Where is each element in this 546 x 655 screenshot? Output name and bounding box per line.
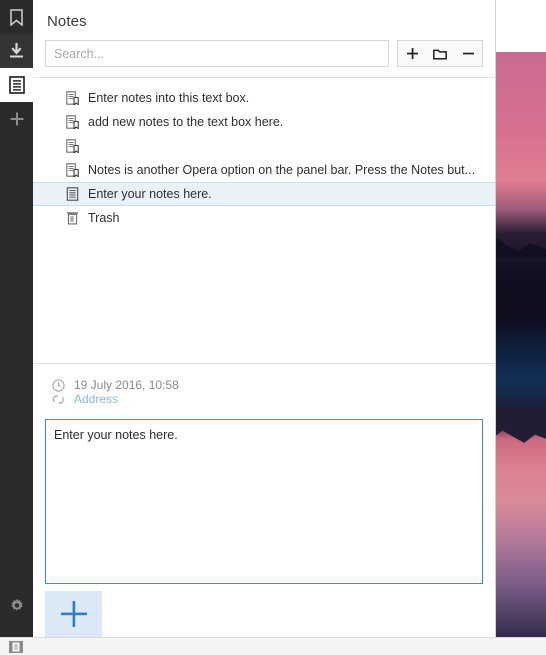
notes-panel: Notes Search... Enter notes into this te… xyxy=(33,0,496,637)
list-item-label: Enter notes into this text box. xyxy=(88,91,250,105)
minus-icon xyxy=(462,48,474,59)
add-note-button[interactable] xyxy=(45,591,102,637)
gear-icon xyxy=(9,598,25,614)
download-icon xyxy=(8,42,25,60)
new-note-button[interactable] xyxy=(398,41,426,66)
notes-toolbar xyxy=(45,40,483,77)
plus-icon xyxy=(60,600,88,631)
folder-icon xyxy=(433,48,447,60)
statusbar xyxy=(0,637,546,655)
list-item-label: add new notes to the text box here. xyxy=(88,115,284,129)
search-input[interactable] xyxy=(45,40,389,67)
note-list[interactable]: Enter notes into this text box. add new … xyxy=(33,77,495,363)
clock-icon xyxy=(51,378,65,392)
plus-icon xyxy=(406,48,418,59)
note-icon xyxy=(64,186,80,202)
sidebar-item-notes[interactable] xyxy=(0,68,33,102)
panel-sidebar xyxy=(0,0,33,637)
note-editor-textarea[interactable] xyxy=(45,419,483,584)
sidebar-item-settings[interactable] xyxy=(0,589,33,623)
note-date: 19 July 2016, 10:58 xyxy=(74,378,179,392)
note-bookmark-icon xyxy=(64,114,80,130)
panel-toggle-icon[interactable] xyxy=(7,640,25,654)
list-item-trash[interactable]: Trash xyxy=(33,206,495,230)
delete-note-button[interactable] xyxy=(454,41,482,66)
list-item[interactable]: add new notes to the text box here. xyxy=(33,110,495,134)
note-bookmark-icon xyxy=(64,162,80,178)
opera-notes-window: Notes Search... Enter notes into this te… xyxy=(0,0,546,655)
plus-icon xyxy=(10,112,24,126)
new-folder-button[interactable] xyxy=(426,41,454,66)
list-item[interactable]: Enter notes into this text box. xyxy=(33,86,495,110)
list-item-label: Enter your notes here. xyxy=(88,187,212,201)
note-address-link[interactable]: Address xyxy=(74,392,118,406)
list-item-label: Trash xyxy=(88,211,120,225)
add-note-wrapper xyxy=(45,584,483,637)
list-item[interactable] xyxy=(33,134,495,158)
sidebar-item-downloads[interactable] xyxy=(0,34,33,68)
panel-header: Notes xyxy=(33,0,495,77)
list-item-label: Notes is another Opera option on the pan… xyxy=(88,163,476,177)
note-bookmark-icon xyxy=(64,138,80,154)
trash-icon xyxy=(64,210,80,226)
note-address-row[interactable]: Address xyxy=(51,392,483,406)
page-title: Notes xyxy=(47,13,87,30)
toolbar-button-group xyxy=(397,40,483,67)
list-item-selected[interactable]: Enter your notes here. xyxy=(33,182,495,206)
note-date-row: 19 July 2016, 10:58 xyxy=(51,378,483,392)
bookmark-icon xyxy=(9,8,24,26)
sidebar-item-add-panel[interactable] xyxy=(0,102,33,136)
link-icon xyxy=(51,392,65,406)
note-bookmark-icon xyxy=(64,90,80,106)
notes-icon xyxy=(8,76,25,94)
sidebar-item-bookmarks[interactable] xyxy=(0,0,33,34)
list-item[interactable]: Notes is another Opera option on the pan… xyxy=(33,158,495,182)
note-detail-pane: 19 July 2016, 10:58 Address xyxy=(33,363,495,637)
